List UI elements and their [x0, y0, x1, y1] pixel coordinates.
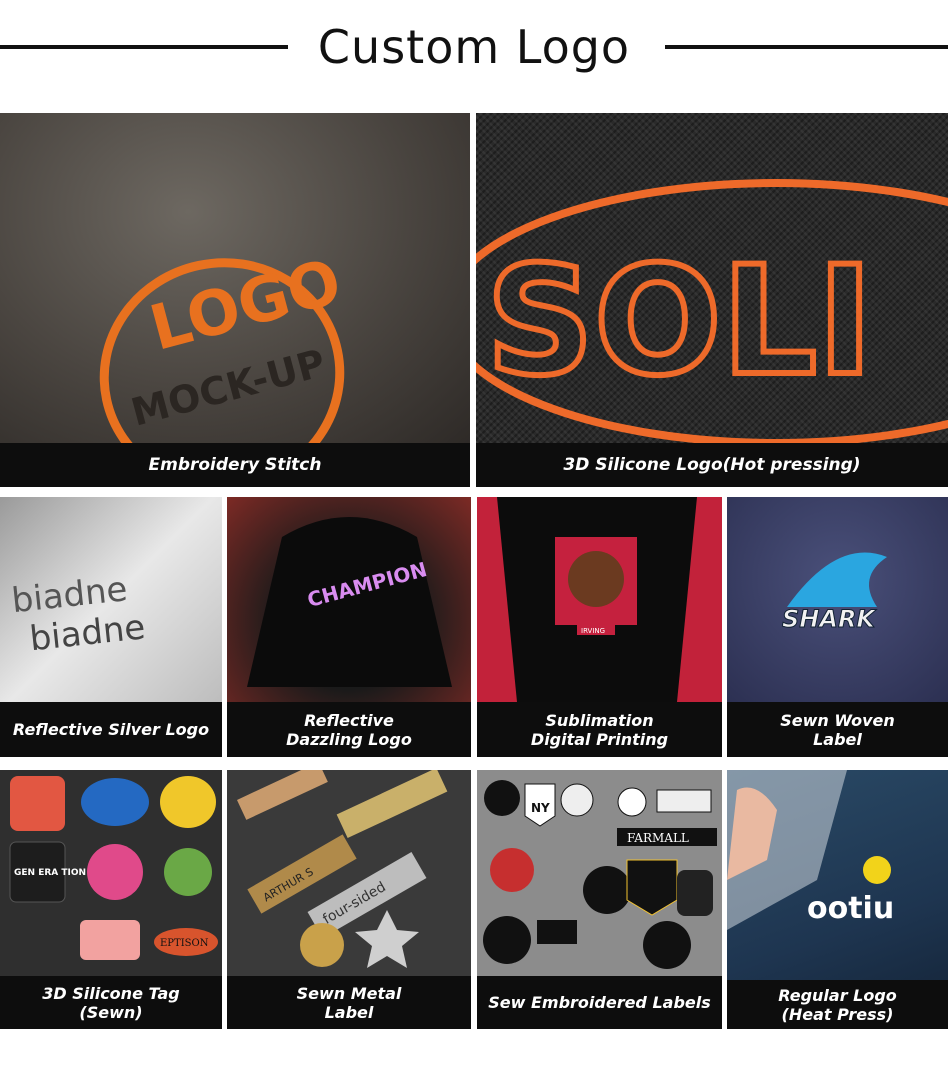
caption-reflective-silver: Reflective Silver Logo [0, 702, 222, 757]
silicone-tag-word: GEN ERA TION [14, 868, 86, 878]
tile-sewn-woven: SHARK Sewn Woven Label [727, 497, 948, 757]
sublimation-label: IRVING [581, 627, 605, 635]
shark-art: SHARK [782, 552, 887, 634]
silicone-tag-word-2: EPTISON [160, 938, 209, 949]
silicone-image: SOLI [476, 113, 948, 447]
embroidered-label-word-2: NY [531, 801, 550, 815]
tile-3d-silicone-tag: GEN ERA TION EPTISON 3D Silicone Tag (Se… [0, 770, 222, 1029]
tile-sublimation: IRVING Sublimation Digital Printing [477, 497, 722, 757]
caption-sew-embroidered: Sew Embroidered Labels [477, 976, 722, 1029]
tile-sew-embroidered: NY FARMALL Sew Embroidered Labels [477, 770, 722, 1029]
tile-3d-silicone-logo: SOLI 3D Silicone Logo(Hot pressing) [476, 113, 948, 487]
tile-embroidery-stitch: LOGO MOCK-UP Embroidery Stitch [0, 113, 470, 487]
caption-3d-silicone-logo: 3D Silicone Logo(Hot pressing) [476, 443, 948, 487]
silver-logo-art: biadne biadne [10, 569, 147, 659]
heat-press-art: ootiu [727, 770, 894, 930]
embroidery-mockup-word: MOCK-UP [127, 341, 330, 435]
tile-reflective-dazzling: CHAMPION Reflective Dazzling Logo [227, 497, 471, 757]
sublimation-image: IRVING [477, 497, 722, 702]
embroidered-label-word: FARMALL [627, 831, 689, 845]
embroidery-logo-art: LOGO MOCK-UP [99, 244, 348, 487]
silicone-tag-image: GEN ERA TION EPTISON [0, 770, 222, 976]
embroidered-labels-image: NY FARMALL [477, 770, 722, 976]
embroidered-labels-art: NY FARMALL [483, 780, 717, 969]
caption-sewn-metal: Sewn Metal Label [227, 976, 471, 1029]
embroidery-image: LOGO MOCK-UP [0, 113, 470, 487]
woven-image: SHARK [727, 497, 948, 702]
heat-press-image: ootiu [727, 770, 948, 980]
tile-sewn-metal: ARTHUR S four-sided Sewn Metal Label [227, 770, 471, 1029]
hoodie-art: CHAMPION [247, 517, 452, 687]
metal-labels-art: ARTHUR S four-sided [236, 770, 448, 968]
silicone-logo-word: SOLI [486, 235, 873, 409]
dazzling-image: CHAMPION [227, 497, 471, 702]
silicone-logo-art: SOLI [476, 179, 948, 447]
silicone-tags-art: GEN ERA TION EPTISON [9, 776, 218, 960]
page-title: Custom Logo [0, 18, 948, 76]
tshirt-art: IRVING [477, 497, 722, 702]
page-title-text: Custom Logo [297, 20, 651, 74]
tile-reflective-silver: biadne biadne Reflective Silver Logo [0, 497, 222, 757]
caption-embroidery-stitch: Embroidery Stitch [0, 443, 470, 487]
caption-3d-silicone-tag: 3D Silicone Tag (Sewn) [0, 976, 222, 1029]
metal-image: ARTHUR S four-sided [227, 770, 471, 976]
heat-press-logo-word: ootiu [807, 891, 894, 926]
tile-regular-logo: ootiu Regular Logo (Heat Press) [727, 770, 948, 1029]
caption-reflective-dazzling: Reflective Dazzling Logo [227, 702, 471, 757]
caption-sublimation: Sublimation Digital Printing [477, 702, 722, 757]
caption-sewn-woven: Sewn Woven Label [727, 702, 948, 757]
woven-logo-word: SHARK [782, 605, 877, 633]
reflective-silver-image: biadne biadne [0, 497, 222, 702]
caption-regular-logo: Regular Logo (Heat Press) [727, 980, 948, 1029]
